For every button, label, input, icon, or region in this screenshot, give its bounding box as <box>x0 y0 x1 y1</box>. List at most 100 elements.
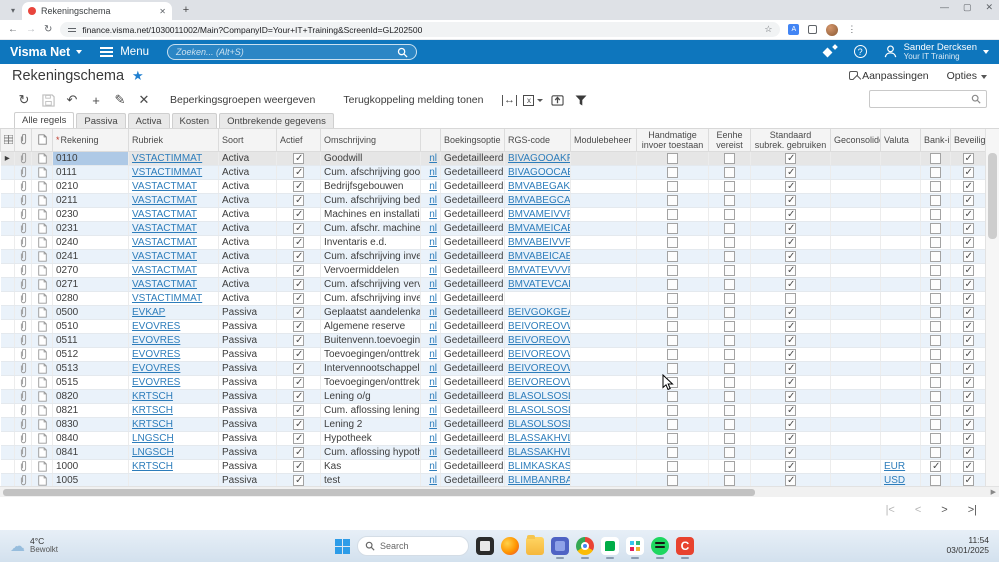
cell-soort[interactable]: Passiva <box>219 460 277 474</box>
browser-profile-avatar[interactable] <box>826 24 838 36</box>
cell-standaard-subrek[interactable] <box>751 292 831 306</box>
checkbox[interactable] <box>963 293 974 304</box>
cell-omschrijving[interactable]: Kas <box>321 460 421 474</box>
cell-eenheid-vereist[interactable] <box>709 432 751 446</box>
cell-modulebeheer[interactable] <box>571 166 637 180</box>
cell-handmatige-invoer[interactable] <box>637 264 709 278</box>
cell-rgs-code[interactable]: BEIVOREOVW <box>505 348 571 362</box>
start-button[interactable] <box>335 539 350 554</box>
cell-boekingsoptie[interactable]: Gedetailleerd <box>441 390 505 404</box>
row-selector[interactable] <box>1 376 15 390</box>
cell-rgs-code[interactable]: BEIVOREOVW <box>505 320 571 334</box>
rubriek-link[interactable]: VSTACTIMMAT <box>132 167 202 178</box>
help-icon[interactable]: ? <box>854 45 867 58</box>
cell-modulebeheer[interactable] <box>571 362 637 376</box>
checkbox[interactable] <box>724 321 735 332</box>
column-header-rubriek[interactable]: Rubriek <box>129 129 219 152</box>
paperclip-icon[interactable] <box>20 181 27 192</box>
checkbox[interactable] <box>293 293 304 304</box>
chat-icon[interactable] <box>601 537 619 555</box>
rgs-code-link[interactable]: BMVABEGCAE <box>508 195 571 206</box>
cell-modulebeheer[interactable] <box>571 320 637 334</box>
cell-soort[interactable]: Passiva <box>219 320 277 334</box>
cell-bank[interactable] <box>921 404 951 418</box>
row-files-cell[interactable] <box>15 278 32 292</box>
checkbox[interactable] <box>724 475 735 486</box>
cell-soort[interactable]: Activa <box>219 166 277 180</box>
cell-modulebeheer[interactable] <box>571 152 637 166</box>
checkbox[interactable] <box>667 251 678 262</box>
cell-standaard-subrek[interactable] <box>751 446 831 460</box>
checkbox[interactable] <box>963 321 974 332</box>
cell-rekening[interactable]: 0513 <box>53 362 129 376</box>
cell-standaard-subrek[interactable] <box>751 348 831 362</box>
global-search-input[interactable]: Zoeken... (Alt+S) <box>167 44 417 60</box>
checkbox[interactable] <box>293 209 304 220</box>
paperclip-icon[interactable] <box>20 209 27 220</box>
cell-valuta[interactable] <box>881 446 921 460</box>
checkbox[interactable] <box>724 447 735 458</box>
cell-actief[interactable] <box>277 278 321 292</box>
add-row-button[interactable]: + <box>84 90 108 110</box>
checkbox[interactable] <box>293 223 304 234</box>
row-selector[interactable] <box>1 278 15 292</box>
checkbox[interactable] <box>293 363 304 374</box>
language-link[interactable]: nl <box>429 405 437 416</box>
cell-beveiligd[interactable] <box>951 222 986 236</box>
cell-bank[interactable] <box>921 194 951 208</box>
cell-language[interactable]: nl <box>421 278 441 292</box>
cell-modulebeheer[interactable] <box>571 334 637 348</box>
cell-geconsolideerd[interactable] <box>831 446 881 460</box>
cell-bank[interactable] <box>921 264 951 278</box>
edit-button[interactable]: ✎ <box>108 90 132 110</box>
cell-geconsolideerd[interactable] <box>831 432 881 446</box>
checkbox[interactable] <box>963 447 974 458</box>
cell-geconsolideerd[interactable] <box>831 390 881 404</box>
cell-modulebeheer[interactable] <box>571 404 637 418</box>
checkbox[interactable] <box>785 461 796 472</box>
checkbox[interactable] <box>293 237 304 248</box>
row-files-cell[interactable] <box>15 348 32 362</box>
cell-boekingsoptie[interactable]: Gedetailleerd <box>441 208 505 222</box>
paperclip-icon[interactable] <box>20 167 27 178</box>
cell-rgs-code[interactable]: BMVABEGAKP <box>505 180 571 194</box>
cell-handmatige-invoer[interactable] <box>637 166 709 180</box>
cell-actief[interactable] <box>277 152 321 166</box>
row-files-cell[interactable] <box>15 404 32 418</box>
cell-omschrijving[interactable]: Machines en installaties <box>321 208 421 222</box>
valuta-link[interactable]: EUR <box>884 461 905 472</box>
checkbox[interactable] <box>667 461 678 472</box>
rubriek-link[interactable]: KRTSCH <box>132 391 173 402</box>
row-files-cell[interactable] <box>15 362 32 376</box>
horizontal-scrollbar[interactable]: ▶ <box>0 486 999 497</box>
language-link[interactable]: nl <box>429 209 437 220</box>
paperclip-icon[interactable] <box>20 461 27 472</box>
cell-language[interactable]: nl <box>421 390 441 404</box>
checkbox[interactable] <box>963 419 974 430</box>
back-button[interactable]: ← <box>8 24 18 35</box>
rubriek-link[interactable]: VSTACTIMMAT <box>132 153 202 164</box>
cell-bank[interactable] <box>921 180 951 194</box>
paperclip-icon[interactable] <box>20 279 27 290</box>
language-link[interactable]: nl <box>429 293 437 304</box>
cell-rubriek[interactable]: VSTACTIMMAT <box>129 292 219 306</box>
table-row[interactable]: 0820KRTSCHPassivaLening o/gnlGedetaillee… <box>1 390 986 404</box>
cell-valuta[interactable] <box>881 152 921 166</box>
paperclip-icon[interactable] <box>20 307 27 318</box>
paperclip-icon[interactable] <box>20 195 27 206</box>
row-notes-cell[interactable] <box>32 222 53 236</box>
checkbox[interactable] <box>930 223 941 234</box>
cell-language[interactable]: nl <box>421 292 441 306</box>
rgs-code-link[interactable]: BEIVOREOVW <box>508 377 571 388</box>
checkbox[interactable] <box>724 279 735 290</box>
checkbox[interactable] <box>963 391 974 402</box>
cell-rekening[interactable]: 0500 <box>53 306 129 320</box>
cell-omschrijving[interactable]: Buitenvenn.toevoegingen/onttrekkingen <box>321 334 421 348</box>
row-files-cell[interactable] <box>15 306 32 320</box>
cell-geconsolideerd[interactable] <box>831 208 881 222</box>
checkbox[interactable] <box>724 195 735 206</box>
cell-actief[interactable] <box>277 334 321 348</box>
cell-bank[interactable] <box>921 152 951 166</box>
cell-handmatige-invoer[interactable] <box>637 320 709 334</box>
valuta-link[interactable]: USD <box>884 475 905 486</box>
